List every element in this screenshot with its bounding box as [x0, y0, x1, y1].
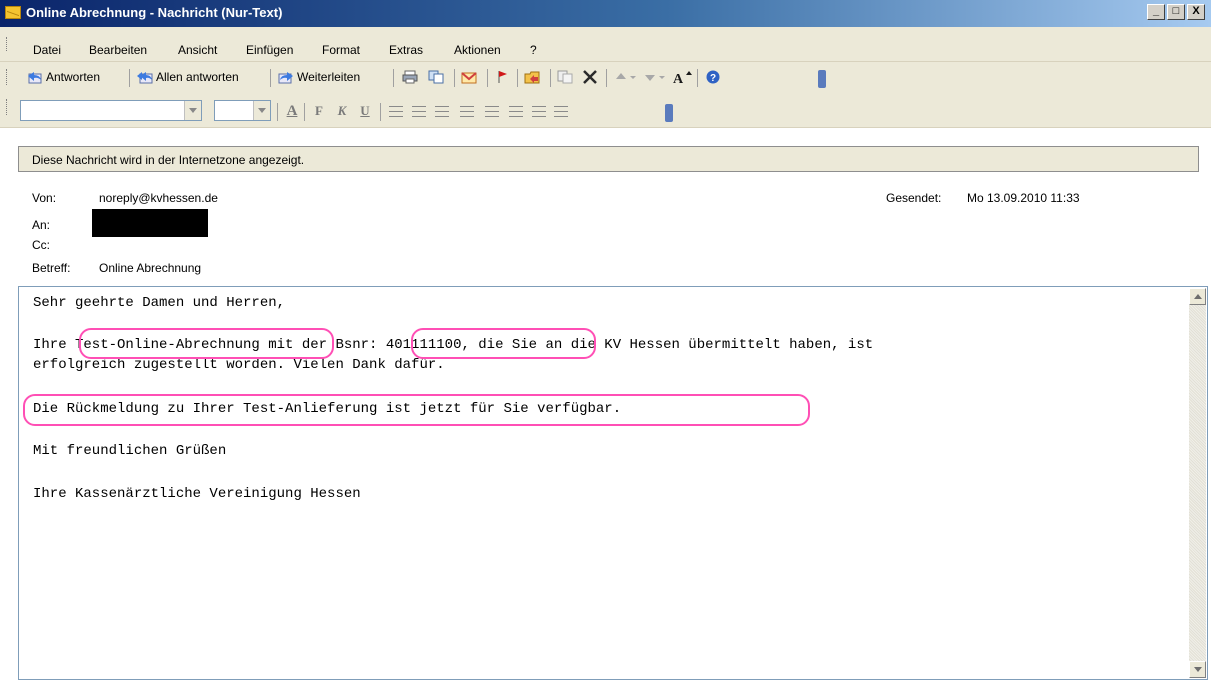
toolbar-separator	[517, 69, 518, 87]
increase-font-icon[interactable]: A	[672, 70, 692, 87]
text-direction-icon[interactable]	[554, 106, 568, 117]
toolbar-separator	[550, 69, 551, 87]
minimize-button[interactable]: _	[1147, 4, 1165, 20]
menu-bearbeiten[interactable]: Bearbeiten	[89, 43, 147, 57]
menu-einfuegen[interactable]: Einfügen	[246, 43, 293, 57]
toolbar-grip[interactable]	[6, 99, 10, 115]
redacted-recipient	[92, 209, 208, 237]
toolbar-options-chevron[interactable]	[818, 70, 826, 88]
standard-toolbar: Antworten Allen antworten Weiterleiten A…	[0, 62, 1211, 93]
toolbar-grip[interactable]	[6, 69, 10, 85]
body-line-3: Die Rückmeldung zu Ihrer Test-Anlieferun…	[33, 401, 622, 417]
to-label: An:	[32, 218, 51, 232]
info-bar-text: Diese Nachricht wird in der Internetzone…	[32, 153, 305, 167]
forward-label: Weiterleiten	[297, 70, 361, 84]
body-greeting: Sehr geehrte Damen und Herren,	[33, 295, 286, 311]
body-closing: Mit freundlichen Grüßen	[33, 443, 227, 459]
svg-text:A: A	[673, 72, 684, 84]
menu-extras[interactable]: Extras	[389, 43, 423, 57]
italic-button[interactable]: K	[333, 102, 351, 120]
subject-value: Online Abrechnung	[99, 261, 202, 275]
body-signature: Ihre Kassenärztliche Vereinigung Hessen	[33, 486, 361, 502]
menu-bar: Datei Bearbeiten Ansicht Einfügen Format…	[0, 27, 1211, 62]
title-bar: Online Abrechnung - Nachricht (Nur-Text)…	[0, 0, 1211, 27]
maximize-button[interactable]: □	[1167, 4, 1185, 20]
bullets-icon[interactable]	[460, 106, 474, 117]
reply-all-label: Allen antworten	[156, 70, 239, 84]
menu-format[interactable]: Format	[322, 43, 360, 57]
sent-value: Mo 13.09.2010 11:33	[967, 191, 1080, 205]
reply-all-button[interactable]: Allen antworten	[137, 68, 239, 86]
increase-indent-icon[interactable]	[532, 106, 546, 117]
font-color-icon[interactable]: A	[283, 102, 301, 120]
toolbar-separator	[393, 69, 394, 87]
toolbar-separator	[487, 69, 488, 87]
reply-button[interactable]: Antworten	[27, 68, 100, 86]
toolbar-separator	[606, 69, 607, 87]
info-bar: Diese Nachricht wird in der Internetzone…	[18, 146, 1199, 172]
next-dropdown-icon[interactable]	[658, 70, 666, 84]
toolbar-separator	[304, 103, 305, 121]
from-value[interactable]: noreply@kvhessen.de	[99, 191, 218, 205]
toolbar-separator	[697, 69, 698, 87]
close-button[interactable]: X	[1187, 4, 1205, 20]
align-right-icon[interactable]	[435, 106, 449, 117]
from-label: Von:	[32, 191, 57, 205]
font-size-combo[interactable]	[214, 100, 271, 121]
move-icon[interactable]	[557, 70, 573, 84]
window-title: Online Abrechnung - Nachricht (Nur-Text)	[26, 5, 283, 20]
subject-label: Betreff:	[32, 261, 71, 275]
reply-icon	[27, 70, 43, 84]
align-left-icon[interactable]	[389, 106, 403, 117]
previous-item-icon[interactable]	[613, 70, 629, 84]
body-line-2: erfolgreich zugestellt worden. Vielen Da…	[33, 357, 445, 373]
reply-label: Antworten	[46, 70, 101, 84]
flag-icon[interactable]	[494, 70, 510, 84]
body-line-1: Ihre Test-Online-Abrechnung mit der Bsnr…	[33, 337, 874, 353]
toolbar-options-chevron[interactable]	[665, 104, 673, 122]
forward-button[interactable]: Weiterleiten	[278, 68, 360, 86]
envelope-icon	[5, 6, 21, 19]
scroll-up-button[interactable]	[1189, 288, 1206, 305]
menu-grip[interactable]	[6, 37, 10, 51]
chevron-down-icon[interactable]	[184, 101, 201, 120]
forward-icon	[278, 70, 294, 84]
underline-button[interactable]: U	[356, 102, 374, 120]
formatting-toolbar: A F K U	[0, 92, 1211, 128]
font-name-combo[interactable]	[20, 100, 202, 121]
copy-icon[interactable]	[428, 70, 444, 84]
toolbar-separator	[270, 69, 271, 87]
menu-datei[interactable]: Datei	[33, 43, 61, 57]
menu-help[interactable]: ?	[530, 43, 537, 57]
bold-button[interactable]: F	[310, 102, 328, 120]
cc-label: Cc:	[32, 238, 50, 252]
print-icon[interactable]	[402, 70, 418, 84]
chevron-down-icon[interactable]	[253, 101, 270, 120]
categorize-icon[interactable]	[461, 70, 477, 84]
next-item-icon[interactable]	[642, 70, 658, 84]
align-center-icon[interactable]	[412, 106, 426, 117]
menu-aktionen[interactable]: Aktionen	[454, 43, 501, 57]
decrease-indent-icon[interactable]	[509, 106, 523, 117]
delete-icon[interactable]	[582, 70, 598, 84]
help-icon[interactable]: ?	[705, 70, 721, 84]
toolbar-separator	[129, 69, 130, 87]
reply-all-icon	[137, 70, 153, 84]
numbering-icon[interactable]	[485, 106, 499, 117]
move-to-folder-icon[interactable]	[524, 70, 540, 84]
menu-ansicht[interactable]: Ansicht	[178, 43, 217, 57]
toolbar-separator	[380, 103, 381, 121]
toolbar-separator	[454, 69, 455, 87]
scroll-down-button[interactable]	[1189, 661, 1206, 678]
vertical-scrollbar[interactable]	[1189, 288, 1206, 678]
toolbar-separator	[277, 103, 278, 121]
svg-text:?: ?	[710, 73, 716, 84]
window-controls: _ □ X	[1147, 4, 1205, 20]
sent-label: Gesendet:	[886, 191, 942, 205]
previous-dropdown-icon[interactable]	[629, 70, 637, 84]
